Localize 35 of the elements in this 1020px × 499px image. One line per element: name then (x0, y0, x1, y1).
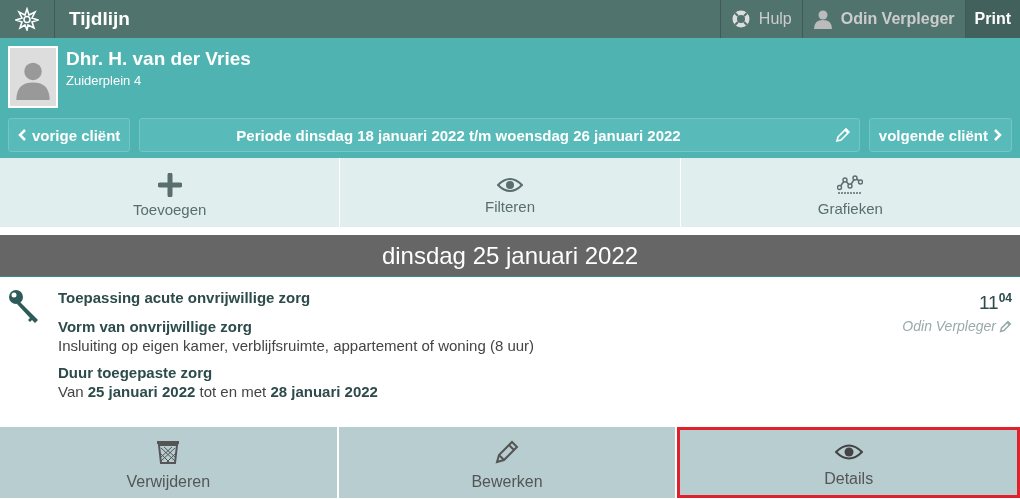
previous-client-button[interactable]: vorige cliënt (8, 118, 131, 152)
field-value: Insluiting op eigen kamer, verblijfsruimte, appartement of woning (8 uur) (58, 337, 536, 354)
user-icon (812, 9, 833, 29)
pencil-icon (999, 319, 1012, 333)
field-label: Duur toegepaste zorg (58, 364, 214, 381)
patient-name: Dhr. H. van der Vries (66, 48, 251, 70)
line-chart-icon (837, 173, 864, 196)
lifebuoy-icon (730, 9, 751, 29)
patient-address: Zuiderplein 4 (66, 73, 143, 88)
chevron-right-icon (993, 129, 1002, 141)
entry-time: 11$^{04}$ (978, 291, 1012, 315)
avatar (8, 46, 58, 108)
chevron-left-icon (18, 129, 27, 141)
period-button[interactable]: Periode dinsdag 18 januari 2022 t/m woensdag 26 januari 2022 (139, 118, 860, 152)
day-header: dinsdag 25 januari 2022 (0, 235, 1020, 277)
flower-logo-icon (15, 7, 39, 31)
pencil-icon (834, 127, 851, 143)
eye-icon (497, 175, 523, 194)
page-title: Tijdlijn (68, 7, 130, 31)
plus-icon (157, 172, 182, 197)
print-button[interactable]: Print (964, 0, 1020, 38)
field-value: Van 25 januari 2022 tot en met 28 januari 2022 (58, 383, 379, 400)
toolbar-button[interactable]: Toevoegen (0, 158, 341, 227)
field-label: Vorm van onvrijwillige zorg (58, 318, 253, 335)
trash-icon (155, 439, 182, 465)
toolbar-button[interactable]: Filteren (340, 158, 681, 227)
action-button[interactable]: Verwijderen (0, 427, 339, 498)
eye-icon (834, 442, 863, 462)
author-name: Odin Verpleger (902, 318, 996, 335)
entry-title: Toepassing acute onvrijwillige zorg (58, 289, 312, 306)
pencil-icon (494, 439, 520, 465)
action-button[interactable]: Details (677, 427, 1020, 498)
action-button[interactable]: Bewerken (338, 427, 678, 498)
toolbar-button[interactable]: Grafieken (680, 158, 1020, 227)
next-client-button[interactable]: volgende cliënt (868, 118, 1012, 152)
